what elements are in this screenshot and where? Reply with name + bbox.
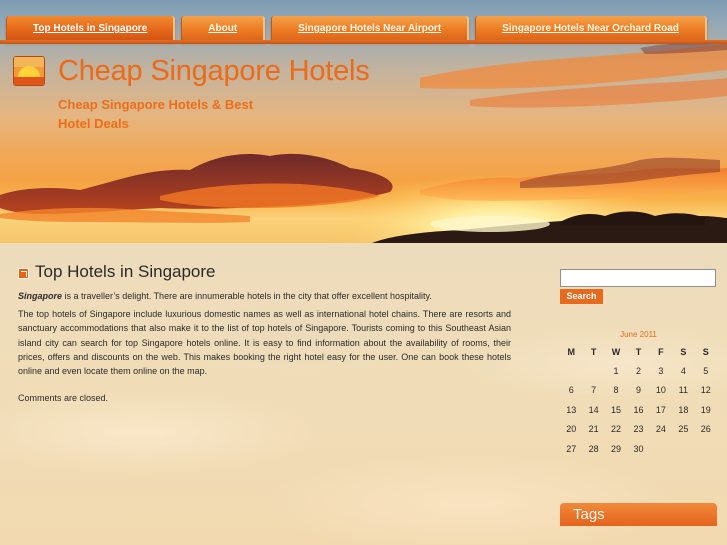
calendar-day: 15 bbox=[611, 404, 622, 415]
calendar-weekday: T bbox=[635, 347, 642, 357]
calendar-day: 30 bbox=[633, 443, 644, 454]
top-navigation: Top Hotels in Singapore About Singapore … bbox=[6, 16, 713, 42]
site-title[interactable]: Cheap Singapore Hotels bbox=[58, 55, 370, 88]
calendar-week-row: 1 2 3 4 5 bbox=[560, 361, 717, 381]
calendar-table: MTWTFSS 1 2 3 4 5 6 7 8 9 10 11 12 13 14 15 16 17 18 19 20 2… bbox=[560, 343, 717, 459]
calendar-day: 21 bbox=[588, 424, 599, 435]
post-bullet-icon bbox=[18, 268, 29, 279]
post-title: Top Hotels in Singapore bbox=[35, 262, 216, 281]
calendar-empty-cell bbox=[560, 361, 582, 381]
calendar-week-row: 13 14 15 16 17 18 19 bbox=[560, 400, 717, 420]
calendar-day: 8 bbox=[613, 385, 619, 396]
calendar-weekday: S bbox=[702, 347, 709, 357]
site-header: Top Hotels in Singapore About Singapore … bbox=[0, 0, 727, 243]
post-intro-bold: Singapore bbox=[18, 291, 63, 301]
search-input[interactable] bbox=[560, 269, 716, 287]
calendar-empty-cell bbox=[582, 361, 604, 381]
calendar-day: 7 bbox=[591, 385, 597, 396]
calendar-week-row: 20 21 22 23 24 25 26 bbox=[560, 420, 717, 440]
calendar-day: 11 bbox=[678, 385, 688, 396]
calendar-week-row: 6 7 8 9 10 11 12 bbox=[560, 381, 717, 401]
calendar-day: 22 bbox=[611, 424, 622, 435]
calendar-day: 27 bbox=[566, 443, 577, 454]
calendar-day: 5 bbox=[703, 365, 709, 376]
nav-underline-bar bbox=[0, 40, 727, 44]
calendar-day: 18 bbox=[678, 404, 689, 415]
calendar-day: 9 bbox=[635, 385, 641, 396]
nav-singapore-hotels-near-airport[interactable]: Singapore Hotels Near Airport bbox=[271, 16, 470, 42]
calendar-weekday: F bbox=[658, 347, 664, 357]
calendar-day: 2 bbox=[635, 365, 641, 376]
calendar-weekday: W bbox=[611, 347, 621, 357]
post-content: Singapore is a traveller’s delight. Ther… bbox=[18, 289, 511, 382]
calendar-day: 16 bbox=[633, 404, 644, 415]
search-button[interactable]: Search bbox=[560, 289, 603, 304]
post-intro: Singapore is a traveller’s delight. Ther… bbox=[18, 289, 511, 303]
nav-singapore-hotels-near-orchard-road[interactable]: Singapore Hotels Near Orchard Road bbox=[475, 16, 707, 42]
calendar-empty-cell bbox=[672, 439, 694, 459]
calendar-day: 28 bbox=[588, 443, 599, 454]
calendar-day: 19 bbox=[700, 404, 711, 415]
calendar-day: 29 bbox=[611, 443, 622, 454]
calendar-weekday: S bbox=[680, 347, 687, 357]
site-tagline: Cheap Singapore Hotels & Best Hotel Deal… bbox=[58, 97, 254, 131]
calendar-day: 25 bbox=[678, 424, 689, 435]
calendar-day: 20 bbox=[566, 424, 577, 435]
tags-heading: Tags bbox=[560, 503, 717, 526]
calendar-day: 10 bbox=[655, 385, 666, 396]
comments-status: Comments are closed. bbox=[18, 393, 109, 403]
calendar-day: 13 bbox=[566, 404, 577, 415]
calendar-day: 3 bbox=[658, 365, 664, 376]
post-intro-text: is a traveller’s delight. There are innu… bbox=[62, 291, 432, 301]
calendar-weekday: M bbox=[567, 347, 575, 357]
calendar-widget: June 2011 MTWTFSS 1 2 3 4 5 6 7 8 9 10 11 12 13 14 15 1… bbox=[560, 329, 717, 459]
calendar-weekday: T bbox=[590, 347, 597, 357]
calendar-day: 6 bbox=[568, 385, 574, 396]
post-paragraph: The top hotels of Singapore include luxu… bbox=[18, 309, 511, 377]
calendar-day: 1 bbox=[613, 365, 619, 376]
sunset-logo-icon[interactable] bbox=[13, 56, 45, 86]
nav-about[interactable]: About bbox=[181, 16, 266, 42]
calendar-day: 14 bbox=[588, 404, 599, 415]
calendar-week-row: 27 28 29 30 bbox=[560, 439, 717, 459]
calendar-day: 12 bbox=[700, 385, 711, 396]
calendar-caption: June 2011 bbox=[620, 330, 657, 339]
calendar-day: 26 bbox=[700, 424, 711, 435]
calendar-day: 4 bbox=[680, 365, 686, 376]
calendar-empty-cell bbox=[650, 439, 672, 459]
calendar-day: 17 bbox=[655, 404, 666, 415]
calendar-day: 23 bbox=[633, 424, 644, 435]
nav-top-hotels-in-singapore[interactable]: Top Hotels in Singapore bbox=[6, 16, 176, 42]
calendar-day: 24 bbox=[655, 424, 666, 435]
calendar-empty-cell bbox=[695, 439, 717, 459]
